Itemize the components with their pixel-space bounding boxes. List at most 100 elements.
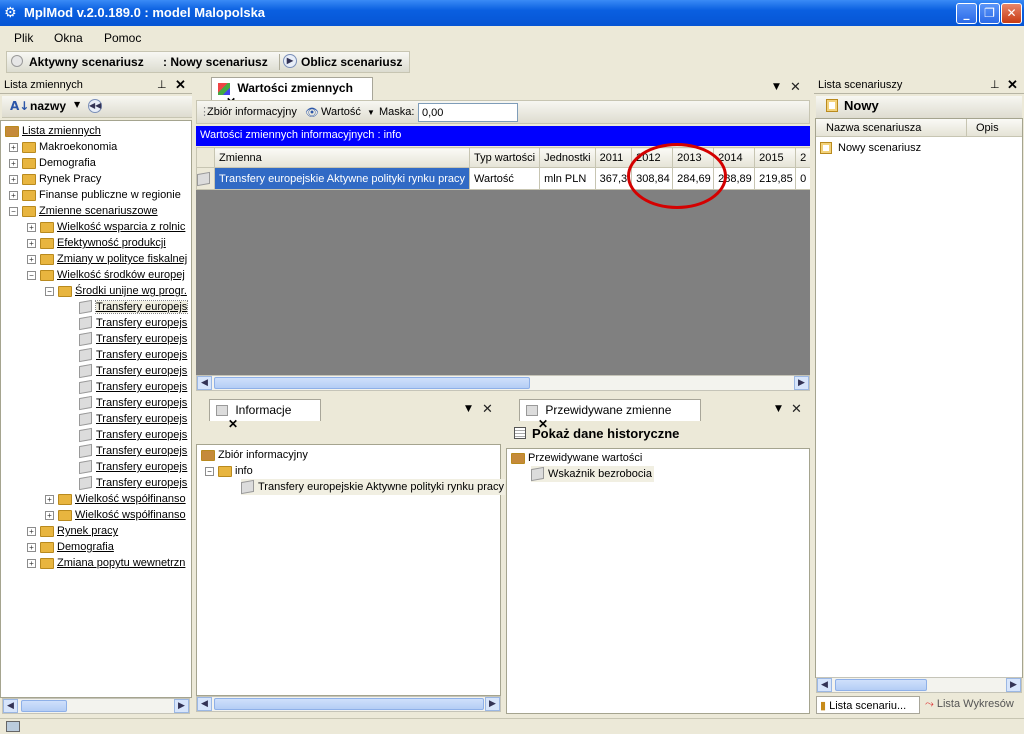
expand-icon[interactable]: +: [45, 510, 54, 520]
col-description[interactable]: Opis: [976, 122, 999, 134]
tree-node[interactable]: Transfery europejs: [79, 443, 187, 459]
close-button[interactable]: ✕: [1001, 3, 1022, 24]
back-icon[interactable]: ◀◀: [88, 99, 102, 113]
tree-node-variable[interactable]: Transfery europejskie Aktywne polityki r…: [241, 479, 506, 495]
expand-icon[interactable]: +: [27, 526, 36, 536]
tree-node[interactable]: + Makroekonomia: [9, 139, 117, 155]
tree-node[interactable]: Transfery europejs: [79, 331, 187, 347]
scroll-thumb[interactable]: [214, 377, 530, 389]
scroll-right-icon[interactable]: ▶: [1006, 678, 1021, 692]
tree-node[interactable]: + Finanse publiczne w regionie: [9, 187, 181, 203]
tree-node[interactable]: Transfery europejs: [79, 363, 187, 379]
column-header[interactable]: Typ wartości: [468, 147, 541, 168]
table-cell[interactable]: Wartość: [468, 167, 541, 190]
scroll-thumb[interactable]: [835, 679, 927, 691]
left-hscrollbar[interactable]: ◀ ▶: [2, 698, 190, 714]
expand-icon[interactable]: +: [9, 158, 18, 168]
menu-pomoc[interactable]: Pomoc: [104, 31, 141, 45]
value-type-dropdown[interactable]: Wartość: [321, 106, 361, 118]
tree-node[interactable]: + Wielkość wsparcia z rolnic: [27, 219, 185, 235]
dropdown-arrow-icon[interactable]: ▼: [773, 82, 780, 92]
tree-node[interactable]: + Zmiany w polityce fiskalnej: [27, 251, 187, 267]
collapse-icon[interactable]: −: [9, 206, 18, 216]
compute-scenario-button[interactable]: ▶ Oblicz scenariusz: [283, 52, 407, 72]
tree-node[interactable]: Transfery europejs: [79, 459, 187, 475]
tab-values[interactable]: Wartości zmiennych ✕: [211, 77, 373, 109]
tree-node[interactable]: + Rynek Pracy: [9, 171, 101, 187]
panel-close-icon[interactable]: ✕: [791, 402, 802, 417]
tree-node-unemployment[interactable]: Wskaźnik bezrobocia: [531, 466, 654, 482]
pin-icon[interactable]: ⊥: [990, 78, 1000, 91]
tree-node[interactable]: Transfery europejs: [79, 475, 187, 491]
tree-node[interactable]: + Wielkość współfinanso: [45, 507, 186, 523]
column-header[interactable]: 2: [795, 147, 810, 168]
scroll-thumb[interactable]: [214, 698, 484, 710]
scroll-thumb[interactable]: [21, 700, 67, 712]
info-set-button[interactable]: Zbiór informacyjny: [207, 106, 297, 118]
dropdown-arrow-icon[interactable]: ▼: [465, 404, 472, 414]
column-header[interactable]: Zmienna: [214, 147, 470, 168]
table-cell[interactable]: Transfery europejskie Aktywne polityki r…: [214, 167, 470, 190]
tree-node[interactable]: Transfery europejs: [79, 427, 187, 443]
tab-scenario-list[interactable]: ▮ Lista scenariu...: [816, 696, 920, 714]
expand-icon[interactable]: +: [27, 542, 36, 552]
chevron-down-icon[interactable]: ▼: [367, 108, 375, 117]
minimize-button[interactable]: _: [956, 3, 977, 24]
sort-dropdown[interactable]: nazwy: [30, 99, 66, 113]
tree-node-predicted-values[interactable]: Przewidywane wartości: [511, 450, 642, 466]
pin-icon[interactable]: ⊥: [157, 78, 167, 91]
scroll-left-icon[interactable]: ◀: [817, 678, 832, 692]
scroll-right-icon[interactable]: ▶: [174, 699, 189, 713]
column-header[interactable]: 2011: [594, 147, 633, 168]
info-hscrollbar[interactable]: ◀ ▶: [196, 696, 501, 712]
table-cell[interactable]: 0: [795, 167, 810, 190]
expand-icon[interactable]: +: [45, 494, 54, 504]
mask-input[interactable]: [418, 103, 518, 122]
tree-node-info-set[interactable]: Zbiór informacyjny: [201, 447, 308, 463]
scroll-left-icon[interactable]: ◀: [197, 697, 212, 711]
collapse-icon[interactable]: −: [27, 270, 36, 280]
tree-node[interactable]: + Demografia: [9, 155, 96, 171]
tree-node[interactable]: Transfery europejs: [79, 315, 187, 331]
col-scenario-name[interactable]: Nazwa scenariusza: [826, 122, 921, 134]
scenario-item[interactable]: Nowy scenariusz: [820, 140, 921, 156]
tree-node-info[interactable]: − info: [205, 463, 253, 479]
expand-icon[interactable]: +: [27, 558, 36, 568]
tree-node[interactable]: Transfery europejs: [79, 395, 187, 411]
column-header[interactable]: Jednostki: [539, 147, 596, 168]
close-icon[interactable]: ✕: [1007, 77, 1018, 93]
tree-node[interactable]: + Zmiana popytu wewnetrzn: [27, 555, 185, 571]
tab-predicted[interactable]: Przewidywane zmienne ✕: [519, 399, 701, 431]
menu-okna[interactable]: Okna: [54, 31, 83, 45]
scenarios-hscrollbar[interactable]: ◀ ▶: [816, 677, 1022, 693]
tree-node[interactable]: − Zmienne scenariuszowe: [9, 203, 158, 219]
maximize-button[interactable]: ❐: [979, 3, 1000, 24]
expand-icon[interactable]: +: [27, 254, 36, 264]
tree-node[interactable]: Transfery europejs: [79, 379, 187, 395]
expand-icon[interactable]: +: [27, 238, 36, 248]
table-cell[interactable]: 219,85: [754, 167, 797, 190]
expand-icon[interactable]: +: [9, 174, 18, 184]
dropdown-arrow-icon[interactable]: ▼: [775, 404, 782, 414]
expand-icon[interactable]: +: [9, 142, 18, 152]
scroll-left-icon[interactable]: ◀: [3, 699, 18, 713]
tree-node[interactable]: Lista zmiennych: [5, 123, 101, 139]
close-icon[interactable]: ✕: [175, 77, 186, 93]
tree-node[interactable]: + Demografia: [27, 539, 114, 555]
menu-plik[interactable]: Plik: [14, 31, 33, 45]
collapse-icon[interactable]: −: [205, 466, 214, 476]
scroll-right-icon[interactable]: ▶: [794, 376, 809, 390]
tree-node[interactable]: Transfery europejs: [79, 299, 189, 315]
tree-node[interactable]: − Wielkość środków europej: [27, 267, 185, 283]
tab-close-icon[interactable]: ✕: [228, 417, 238, 431]
panel-close-icon[interactable]: ✕: [482, 402, 493, 417]
tree-node[interactable]: + Rynek pracy: [27, 523, 118, 539]
table-cell[interactable]: mln PLN: [539, 167, 596, 190]
show-history-button[interactable]: Pokaż dane historyczne: [532, 426, 679, 441]
new-scenario-button[interactable]: Nowy: [844, 98, 879, 113]
scroll-right-icon[interactable]: ▶: [485, 697, 500, 711]
collapse-icon[interactable]: −: [45, 286, 54, 296]
expand-icon[interactable]: +: [9, 190, 18, 200]
tree-node[interactable]: + Wielkość współfinanso: [45, 491, 186, 507]
values-hscrollbar[interactable]: ◀ ▶: [196, 375, 810, 391]
